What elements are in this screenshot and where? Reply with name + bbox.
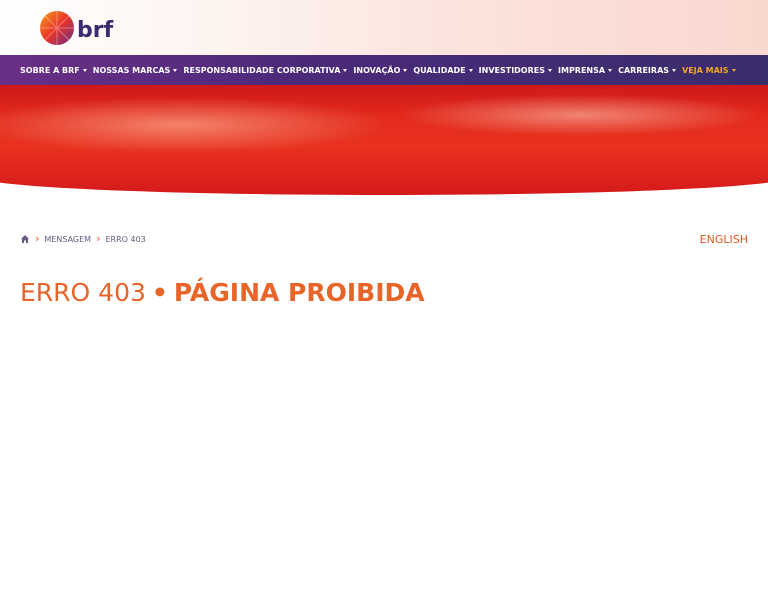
nav-item-carreiras[interactable]: CARREIRAS — [618, 65, 677, 75]
nav-item-label: CARREIRAS — [618, 65, 670, 75]
breadcrumb-item-mensagem[interactable]: MENSAGEM — [44, 235, 91, 244]
hero-banner-image — [0, 85, 768, 195]
caret-down-icon — [468, 68, 473, 72]
nav-item-label: RESPONSABILIDADE CORPORATIVA — [183, 65, 341, 75]
caret-down-icon — [731, 68, 736, 72]
error-message: PÁGINA PROIBIDA — [173, 278, 425, 307]
nav-item-label: INVESTIDORES — [478, 65, 545, 75]
title-separator: • — [151, 278, 168, 307]
nav-item-nossas-marcas[interactable]: NOSSAS MARCAS — [93, 66, 178, 75]
nav-item-label: VEJA MAIS — [682, 65, 729, 75]
caret-down-icon — [82, 68, 87, 72]
nav-item-inova-o[interactable]: INOVAÇÃO — [353, 65, 408, 75]
caret-down-icon — [548, 68, 552, 72]
hero-banner — [0, 85, 768, 200]
error-code: ERRO 403 — [20, 278, 146, 307]
chevron-right-icon: › — [35, 232, 40, 245]
caret-down-icon — [343, 68, 348, 72]
nav-item-investidores[interactable]: INVESTIDORES — [479, 66, 552, 75]
header-bar: brf — [0, 0, 768, 55]
breadcrumb-item-current: ERRO 403 — [105, 234, 146, 244]
breadcrumb: › MENSAGEM › ERRO 403 — [20, 232, 146, 245]
caret-down-icon — [403, 68, 408, 72]
nav-item-imprensa[interactable]: IMPRENSA — [558, 65, 613, 75]
nav-item-sobre-a-brf[interactable]: SOBRE A BRF — [20, 66, 87, 75]
caret-down-icon — [173, 68, 178, 72]
svg-text:brf: brf — [77, 18, 114, 43]
home-icon[interactable] — [20, 234, 30, 244]
nav-item-label: QUALIDADE — [413, 65, 466, 75]
nav-item-label: IMPRENSA — [558, 65, 606, 75]
page-title: ERRO 403 • PÁGINA PROIBIDA — [20, 278, 425, 307]
nav-item-veja-mais[interactable]: VEJA MAIS — [682, 66, 736, 75]
caret-down-icon — [672, 68, 677, 72]
chevron-right-icon: › — [96, 232, 101, 245]
main-nav: SOBRE A BRF NOSSAS MARCAS RESPONSABILIDADE… — [0, 55, 768, 85]
nav-item-label: SOBRE A BRF — [20, 65, 80, 75]
nav-item-label: INOVAÇÃO — [353, 65, 401, 75]
nav-item-qualidade[interactable]: QUALIDADE — [413, 65, 473, 75]
nav-item-label: NOSSAS MARCAS — [92, 65, 171, 75]
caret-down-icon — [608, 68, 613, 72]
brf-logo[interactable]: brf — [40, 10, 120, 46]
language-switch-link[interactable]: ENGLISH — [700, 233, 748, 246]
nav-item-responsabilidade-corporativa[interactable]: RESPONSABILIDADE CORPORATIVA — [183, 65, 348, 75]
